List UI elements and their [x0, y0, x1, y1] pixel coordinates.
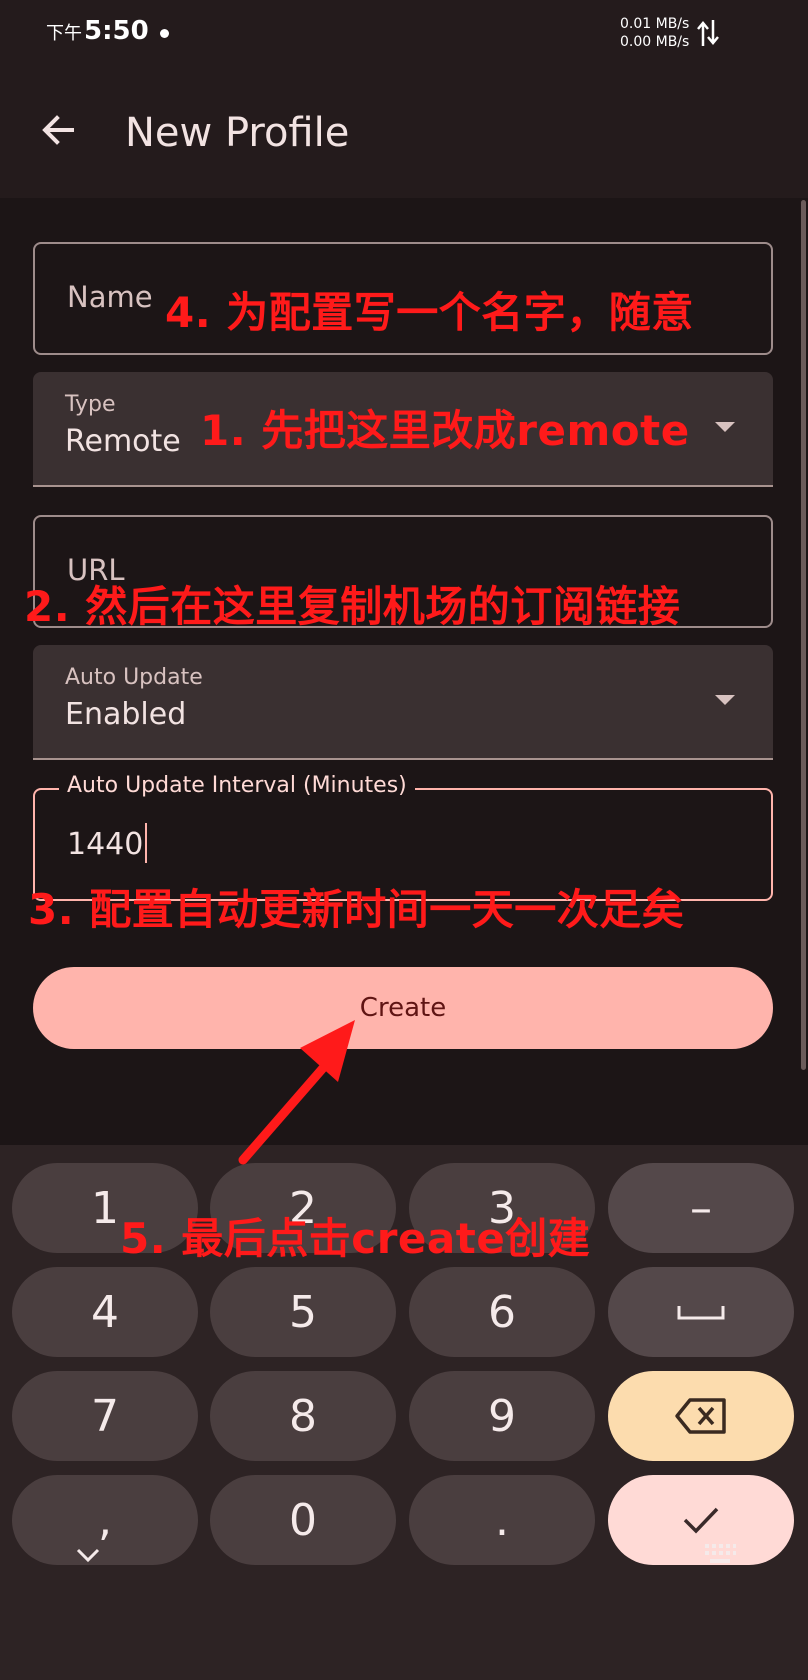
hide-keyboard-button[interactable] — [68, 1535, 108, 1575]
annotation-step-2: 2. 然后在这里复制机场的订阅链接 — [24, 582, 681, 631]
name-field-label: Name — [67, 280, 153, 314]
keyboard-switch-button[interactable] — [700, 1537, 740, 1573]
key-6[interactable]: 6 — [409, 1267, 595, 1357]
data-transfer-icon — [697, 20, 719, 46]
back-button[interactable] — [30, 102, 86, 158]
key-4[interactable]: 4 — [12, 1267, 198, 1357]
page-title: New Profile — [125, 110, 350, 156]
key-minus[interactable]: – — [608, 1163, 794, 1253]
download-speed: 0.00 MB/s — [620, 34, 690, 50]
status-time: 下午5:50 — [46, 16, 149, 46]
dropdown-arrow-icon[interactable] — [715, 422, 735, 432]
type-dropdown-value: Remote — [65, 424, 181, 459]
auto-update-interval-label: Auto Update Interval (Minutes) — [59, 773, 415, 798]
upload-speed: 0.01 MB/s — [620, 16, 690, 32]
auto-update-label: Auto Update — [65, 665, 203, 690]
key-7[interactable]: 7 — [12, 1371, 198, 1461]
notification-dot-icon — [160, 29, 169, 38]
key-0[interactable]: 0 — [210, 1475, 396, 1565]
key-backspace[interactable] — [608, 1371, 794, 1461]
key-space[interactable] — [608, 1267, 794, 1357]
key-5[interactable]: 5 — [210, 1267, 396, 1357]
chevron-down-icon — [76, 1548, 100, 1563]
interval-value-text: 1440 — [67, 827, 144, 862]
key-period[interactable]: . — [409, 1475, 595, 1565]
annotation-step-5: 5. 最后点击create创建 — [120, 1214, 591, 1263]
space-bar-icon — [677, 1306, 725, 1320]
key-9[interactable]: 9 — [409, 1371, 595, 1461]
auto-update-value: Enabled — [65, 697, 187, 732]
status-bar: 下午5:50 0.01 MB/s 0.00 MB/s — [0, 0, 808, 70]
scrollbar[interactable] — [801, 200, 806, 1070]
auto-update-dropdown[interactable]: Auto Update Enabled — [33, 645, 773, 760]
text-cursor — [145, 822, 148, 863]
type-dropdown-label: Type — [65, 392, 116, 417]
backspace-icon — [675, 1398, 726, 1434]
app-bar: New Profile — [0, 70, 808, 198]
status-ampm: 下午 — [46, 23, 82, 44]
network-speed: 0.01 MB/s 0.00 MB/s — [620, 15, 689, 51]
annotation-step-4: 4. 为配置写一个名字，随意 — [165, 288, 694, 337]
annotation-step-1: 1. 先把这里改成remote — [200, 406, 690, 455]
status-clock: 5:50 — [84, 16, 149, 46]
key-8[interactable]: 8 — [210, 1371, 396, 1461]
check-icon — [683, 1507, 719, 1534]
dropdown-arrow-icon[interactable] — [715, 695, 735, 705]
create-button[interactable]: Create — [33, 967, 773, 1049]
keyboard-icon — [705, 1544, 736, 1563]
arrow-back-icon — [42, 115, 74, 145]
auto-update-interval-value: 1440 — [67, 822, 148, 863]
annotation-step-3: 3. 配置自动更新时间一天一次足矣 — [28, 885, 685, 934]
